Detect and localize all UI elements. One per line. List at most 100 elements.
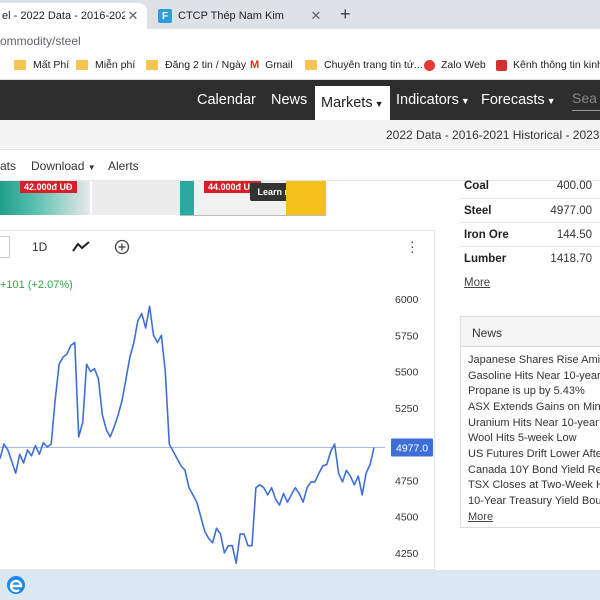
news-more-link[interactable]: More xyxy=(468,511,493,523)
commodity-row[interactable]: Lumber 1418.70 xyxy=(460,246,600,270)
bookmark-item[interactable]: Kênh thông tin kinh... xyxy=(496,59,600,71)
range-1d-button[interactable]: 1D xyxy=(32,240,47,254)
nav-indicators-label: Indicators xyxy=(396,92,459,108)
y-tick-label: 4500 xyxy=(395,512,419,524)
news-item[interactable]: US Futures Drift Lower Afte xyxy=(468,448,600,460)
nav-markets-label: Markets xyxy=(321,95,373,111)
commodity-value: 400.00 xyxy=(556,180,592,192)
y-tick-label: 5750 xyxy=(395,330,419,342)
search-input[interactable]: Sea xyxy=(572,90,600,111)
bookmark-item[interactable]: Mất Phí xyxy=(14,59,69,71)
ad-image xyxy=(286,181,326,215)
nav-forecasts-label: Forecasts xyxy=(481,92,545,108)
news-icon xyxy=(496,59,507,71)
bookmark-label: Miễn phí xyxy=(95,59,136,71)
close-tab-icon[interactable]: ✕ xyxy=(308,8,324,24)
edge-icon[interactable] xyxy=(6,575,26,595)
divider xyxy=(180,215,326,216)
chart-toolbar: 1D · · · xyxy=(0,231,435,263)
price-chart[interactable]: 6000 5750 5500 5250 4977.0 4750 4500 4250 xyxy=(0,263,435,571)
y-tick-label: 4250 xyxy=(395,548,419,560)
bookmark-label: Chuyên trang tin tứ... xyxy=(324,59,423,71)
bookmark-item[interactable]: M Gmail xyxy=(250,59,293,71)
news-heading: News xyxy=(461,317,600,347)
caret-down-icon: ▼ xyxy=(546,96,556,106)
url-text[interactable]: ommodity/steel xyxy=(0,34,81,48)
download-label: Download xyxy=(31,159,85,173)
y-tick-label: 6000 xyxy=(395,294,419,306)
tab-title: CTCP Thép Nam Kim xyxy=(178,10,284,22)
add-indicator-icon[interactable] xyxy=(113,239,131,255)
price-series-line[interactable] xyxy=(0,305,375,565)
nav-forecasts[interactable]: Forecasts ▼ xyxy=(481,80,556,120)
ad-image xyxy=(180,181,194,215)
news-item[interactable]: Japanese Shares Rise Amid xyxy=(468,354,600,366)
commodity-row[interactable]: Coal 400.00 xyxy=(460,174,600,198)
commodity-name: Steel xyxy=(464,205,492,217)
new-tab-icon[interactable]: + xyxy=(340,4,351,25)
page-subtitle: 2022 Data - 2016-2021 Historical - 2023 … xyxy=(386,128,600,142)
caret-down-icon: ▼ xyxy=(87,163,96,172)
browser-tab-strip: el - 2022 Data - 2016-2021 Hi ✕ F CTCP T… xyxy=(0,0,600,29)
bookmark-item[interactable]: Chuyên trang tin tứ... xyxy=(305,59,423,71)
commodity-value: 144.50 xyxy=(556,229,592,241)
news-item[interactable]: Uranium Hits Near 10-year xyxy=(468,417,599,429)
folder-icon xyxy=(305,60,317,70)
nav-news[interactable]: News xyxy=(271,80,307,120)
commodity-name: Coal xyxy=(464,180,489,192)
chart-panel: 1D · · · +101 (+2.07%) 6000 5750 5500 5250 497… xyxy=(0,230,435,570)
close-tab-icon[interactable]: ✕ xyxy=(125,8,141,24)
bookmark-label: Gmail xyxy=(265,59,293,71)
y-tick-label: 4750 xyxy=(395,475,419,487)
address-bar[interactable]: ommodity/steel xyxy=(0,29,600,54)
nav-indicators[interactable]: Indicators ▼ xyxy=(396,80,470,120)
ad-banner[interactable]: 42.000đ UĐ 44.000đ UĐ Learn more xyxy=(0,181,432,222)
stats-link[interactable]: ats xyxy=(0,159,16,173)
caret-down-icon: ▼ xyxy=(460,96,470,106)
commodity-row[interactable]: Iron Ore 144.50 xyxy=(460,222,600,246)
bookmark-label: Zalo Web xyxy=(441,59,486,71)
news-item[interactable]: ASX Extends Gains on Min xyxy=(468,401,600,413)
news-item[interactable]: 10-Year Treasury Yield Bou xyxy=(468,495,600,507)
news-item[interactable]: Canada 10Y Bond Yield Re xyxy=(468,464,600,476)
nav-markets[interactable]: Markets ▼ xyxy=(315,86,390,120)
zalo-icon xyxy=(424,59,435,71)
folder-icon xyxy=(76,60,88,70)
commodity-name: Iron Ore xyxy=(464,229,509,241)
alerts-link[interactable]: Alerts xyxy=(108,159,139,173)
page-subtitle-bar: 2022 Data - 2016-2021 Historical - 2023 … xyxy=(0,120,600,150)
folder-icon xyxy=(146,60,158,70)
browser-tab[interactable]: F CTCP Thép Nam Kim ✕ xyxy=(152,3,330,29)
nav-calendar[interactable]: Calendar xyxy=(197,80,256,120)
download-menu[interactable]: Download ▼ xyxy=(31,159,96,173)
commodity-value: 4977.00 xyxy=(550,205,592,217)
ad-image xyxy=(92,181,180,215)
y-tick-label: 5500 xyxy=(395,367,419,379)
news-item[interactable]: Propane is up by 5.43% xyxy=(468,385,585,397)
site-favicon-icon: F xyxy=(158,9,172,23)
news-item[interactable]: Gasoline Hits Near 10-year xyxy=(468,370,600,382)
commodity-name: Lumber xyxy=(464,253,507,265)
commodities-more-link[interactable]: More xyxy=(464,277,490,289)
caret-down-icon: ▼ xyxy=(374,99,384,109)
folder-icon xyxy=(14,60,26,70)
bookmarks-bar: Mất Phí Miễn phí Đăng 2 tin / Ngày M Gma… xyxy=(0,54,600,80)
news-box: News Japanese Shares Rise Amid Gasoline … xyxy=(460,316,600,528)
bookmark-item[interactable]: Zalo Web xyxy=(424,59,486,71)
ad-price: 42.000đ UĐ xyxy=(20,181,77,193)
bookmark-item[interactable]: Miễn phí xyxy=(76,59,135,71)
more-options-icon[interactable]: · · · xyxy=(410,234,415,258)
tab-title: el - 2022 Data - 2016-2021 Hi xyxy=(2,10,125,22)
commodity-row[interactable]: Steel 4977.00 xyxy=(460,198,600,222)
bookmark-label: Đăng 2 tin / Ngày xyxy=(165,59,247,71)
bookmark-label: Kênh thông tin kinh... xyxy=(513,59,600,71)
bookmark-item[interactable]: Đăng 2 tin / Ngày xyxy=(146,59,246,71)
news-item[interactable]: Wool Hits 5-week Low xyxy=(468,432,577,444)
site-navigation: Calendar News Markets ▼ Indicators ▼ Forec… xyxy=(0,80,600,120)
news-item[interactable]: TSX Closes at Two-Week H xyxy=(468,479,600,491)
current-value-label: 4977.0 xyxy=(396,442,428,454)
taskbar xyxy=(0,570,600,600)
browser-tab-active[interactable]: el - 2022 Data - 2016-2021 Hi ✕ xyxy=(0,3,147,29)
line-chart-icon[interactable] xyxy=(72,239,90,255)
range-selector[interactable] xyxy=(0,236,10,258)
